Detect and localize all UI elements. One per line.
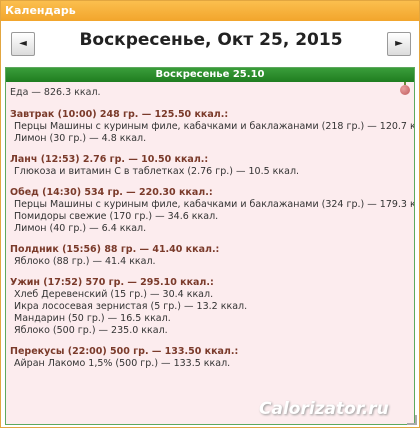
calendar-window: Календарь ◄ Воскресенье, Окт 25, 2015 ► … (0, 0, 420, 428)
food-item: Айран Лакомо 1,5% (500 гр.) — 133.5 ккал… (14, 358, 231, 369)
meal-title[interactable]: Ланч (12:53) 2.76 гр. — 10.50 ккал.: (10, 153, 414, 166)
meal-title[interactable]: Завтрак (10:00) 248 гр. — 125.50 ккал.: (10, 108, 414, 121)
day-header: Воскресенье 25.10 (6, 68, 414, 82)
food-item: Лимон (30 гр.) — 4.8 ккал. (14, 133, 147, 144)
meal-title[interactable]: Перекусы (22:00) 500 гр. — 133.50 ккал.: (10, 345, 414, 358)
food-item: Перцы Машины с куриным филе, кабачками и… (14, 121, 415, 132)
meal-block: Завтрак (10:00) 248 гр. — 125.50 ккал.: П… (10, 108, 414, 145)
resize-handle[interactable] (407, 415, 417, 425)
prev-day-button[interactable]: ◄ (11, 32, 35, 56)
meal-title[interactable]: Обед (14:30) 534 гр. — 220.30 ккал.: (10, 186, 414, 199)
meal-block: Ланч (12:53) 2.76 гр. — 10.50 ккал.: Глюк… (10, 153, 414, 178)
meal-block: Обед (14:30) 534 гр. — 220.30 ккал.: Перц… (10, 186, 414, 235)
apple-icon (400, 82, 410, 95)
food-item: Хлеб Деревенский (15 гр.) — 30.4 ккал. (14, 289, 214, 300)
meal-list: Завтрак (10:00) 248 гр. — 125.50 ккал.: П… (10, 108, 414, 370)
day-content: Еда — 826.3 ккал. Завтрак (10:00) 248 гр… (6, 82, 414, 370)
food-item: Яблоко (88 гр.) — 41.4 ккал. (14, 256, 156, 267)
food-item: Икра лососевая зернистая (5 гр.) — 13.2 … (14, 301, 248, 312)
current-date-label: Воскресенье, Окт 25, 2015 (79, 30, 343, 50)
food-item: Яблоко (500 гр.) — 235.0 ккал. (14, 325, 168, 336)
meal-block: Полдник (15:56) 88 гр. — 41.40 ккал.: Ябл… (10, 243, 414, 268)
food-item: Глюкоза и витамин С в таблетках (2.76 гр… (14, 166, 300, 177)
meal-block: Ужин (17:52) 570 гр. — 295.10 ккал.: Хлеб… (10, 276, 414, 337)
next-day-button[interactable]: ► (387, 32, 411, 56)
meal-block: Перекусы (22:00) 500 гр. — 133.50 ккал.:… (10, 345, 414, 370)
food-summary: Еда — 826.3 ккал. (10, 87, 101, 98)
watermark-logo: Calorizator.ru (259, 399, 389, 419)
meal-title[interactable]: Ужин (17:52) 570 гр. — 295.10 ккал.: (10, 276, 414, 289)
food-item: Перцы Машины с куриным филе, кабачками и… (14, 199, 415, 210)
date-navigation: ◄ Воскресенье, Окт 25, 2015 ► (1, 21, 419, 65)
meal-title[interactable]: Полдник (15:56) 88 гр. — 41.40 ккал.: (10, 243, 414, 256)
food-item: Помидоры свежие (170 гр.) — 34.6 ккал. (14, 211, 219, 222)
day-panel: Воскресенье 25.10 Еда — 826.3 ккал. Завт… (5, 67, 415, 425)
window-title: Календарь (1, 1, 419, 21)
food-item: Лимон (40 гр.) — 6.4 ккал. (14, 223, 147, 234)
food-item: Мандарин (50 гр.) — 16.5 ккал. (14, 313, 171, 324)
